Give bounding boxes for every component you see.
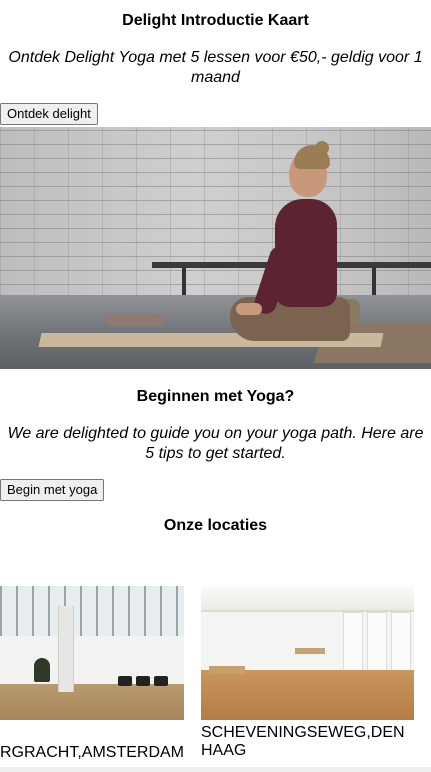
bench <box>209 666 245 674</box>
location-caption-den-haag[interactable]: SCHEVENINGSEWEG,DEN HAAG <box>201 724 431 760</box>
ceiling <box>201 586 414 612</box>
side-table <box>295 648 325 654</box>
hair-bun <box>315 141 329 155</box>
chair <box>136 676 150 686</box>
wooden-floor <box>201 670 414 720</box>
location-caption-text: RGRACHT,AMSTERDAM <box>0 744 184 761</box>
brick-wall <box>0 127 431 299</box>
chair <box>118 676 132 686</box>
white-column <box>58 606 74 692</box>
horizontal-scrollbar[interactable] <box>0 767 431 772</box>
beginners-title: Beginnen met Yoga? <box>136 388 295 405</box>
rolled-mat <box>106 314 164 326</box>
location-caption-amsterdam[interactable]: RGRACHT,AMSTERDAM <box>0 744 184 762</box>
bench-leg <box>182 267 186 295</box>
plant <box>34 658 50 682</box>
person-hand <box>236 303 262 315</box>
location-image-den-haag[interactable] <box>201 586 414 720</box>
locations-title: Onze locaties <box>163 517 268 534</box>
intro-title: Delight Introductie Kaart <box>122 12 309 29</box>
skylight-ceiling <box>0 586 184 636</box>
yoga-hero-image <box>0 127 431 369</box>
beginners-subtitle: We are delighted to guide you on your yo… <box>7 425 424 462</box>
discover-delight-button[interactable]: Ontdek delight <box>0 103 98 125</box>
intro-subtitle: Ontdek Delight Yoga met 5 lessen voor €5… <box>8 49 423 86</box>
bench-leg <box>372 267 376 295</box>
chair <box>154 676 168 686</box>
location-image-amsterdam[interactable] <box>0 586 184 720</box>
wooden-floor <box>0 684 184 720</box>
begin-yoga-button[interactable]: Begin met yoga <box>0 479 105 501</box>
